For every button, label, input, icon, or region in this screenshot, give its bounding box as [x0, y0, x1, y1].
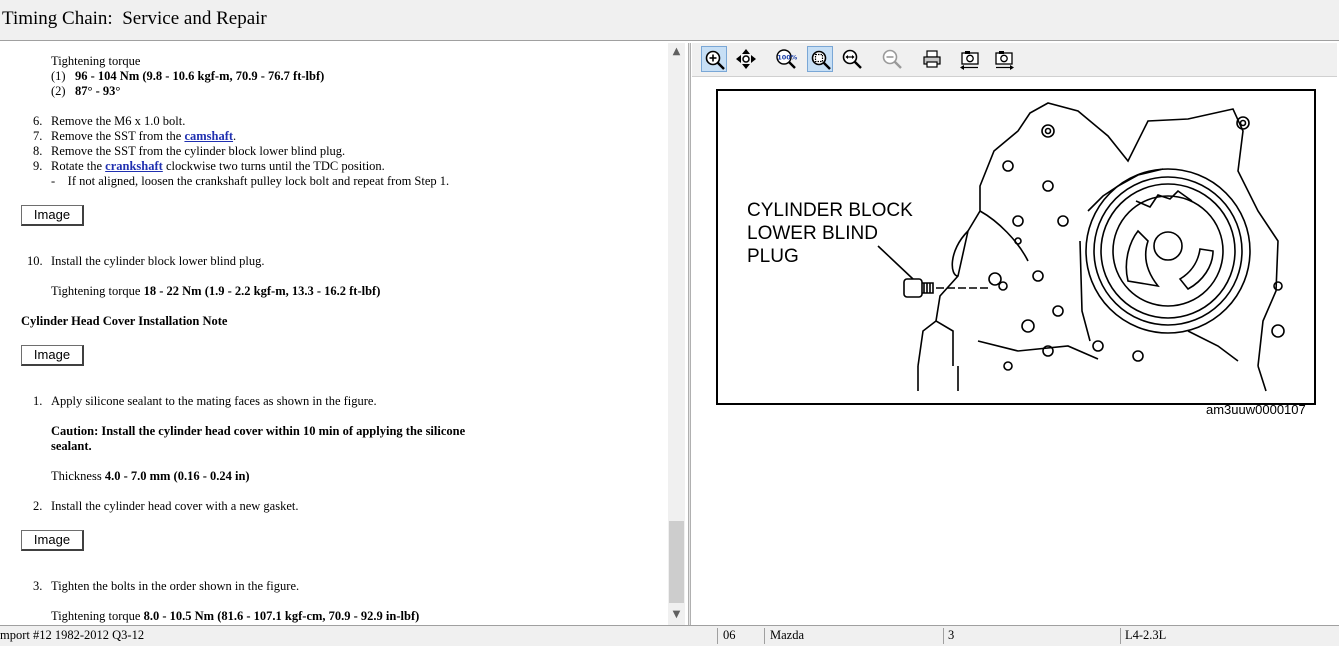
zoom-out-button[interactable] [879, 46, 905, 72]
install-step-2-text: Install the cylinder head cover with a n… [51, 499, 299, 513]
status-year: 06 [723, 628, 736, 642]
fit-width-icon [842, 49, 862, 69]
status-model: 3 [948, 628, 955, 642]
status-separator [717, 628, 718, 644]
status-engine: L4-2.3L [1125, 628, 1167, 642]
zoom-in-button[interactable] [701, 46, 727, 72]
zoom-in-icon [705, 50, 725, 70]
step-7-number: 7. [33, 129, 43, 143]
window-title-bar: Timing Chain: Service and Repair [0, 0, 1339, 41]
step-10-torque-value: 18 - 22 Nm (1.9 - 2.2 kgf-m, 13.3 - 16.2… [143, 284, 381, 298]
previous-image-button[interactable] [957, 46, 983, 72]
install-step-3-torque-value: 8.0 - 10.5 Nm (81.6 - 107.1 kgf-cm, 70.9… [143, 609, 420, 623]
section-heading: Cylinder Head Cover Installation Note [21, 314, 228, 328]
figure-label-line-1: CYLINDER BLOCK [747, 200, 913, 221]
camshaft-link[interactable]: camshaft [184, 129, 233, 143]
crankshaft-link[interactable]: crankshaft [105, 159, 163, 173]
step-9-text-post: clockwise two turns until the TDC positi… [162, 159, 385, 173]
step-9-text-pre: Rotate the [51, 159, 106, 173]
step-9-number: 9. [33, 159, 43, 173]
pan-icon [736, 49, 756, 69]
fit-page-icon [811, 50, 831, 70]
thickness-value: 4.0 - 7.0 mm (0.16 - 0.24 in) [104, 469, 250, 483]
next-image-icon [995, 51, 1014, 70]
install-step-3-torque: Tightening torque 8.0 - 10.5 Nm (81.6 - … [51, 609, 419, 624]
pane-splitter[interactable] [688, 43, 691, 625]
text-pane-scrollbar[interactable]: ▲ ▼ [668, 43, 685, 625]
step-10-torque-label: Tightening torque [51, 284, 144, 298]
install-step-3-text: Tighten the bolts in the order shown in … [51, 579, 300, 593]
image-button-1[interactable]: Image [21, 205, 84, 226]
install-step-1-number: 1. [33, 394, 43, 408]
step-9-subnote: - If not aligned, loosen the crankshaft … [51, 174, 450, 188]
torque-item-1-value: 96 - 104 Nm (9.8 - 10.6 kgf-m, 70.9 - 76… [75, 69, 325, 83]
window-title: Timing Chain: Service and Repair [2, 8, 267, 29]
image-toolbar: 100% [692, 43, 1337, 77]
previous-image-icon [960, 51, 979, 70]
step-7-text-post: . [233, 129, 237, 143]
install-step-3-torque-label: Tightening torque [51, 609, 144, 623]
image-button-3[interactable]: Image [21, 530, 84, 551]
step-8-number: 8. [33, 144, 43, 158]
status-separator [1120, 628, 1121, 644]
image-viewer-pane: 100% CYLINDER BLOCK LOWER BLIND PLUG am3… [692, 43, 1339, 625]
status-separator [764, 628, 765, 644]
step-10-number: 10. [27, 254, 43, 268]
actual-size-button[interactable]: 100% [773, 46, 799, 72]
caution-line-1: Caution: Install the cylinder head cover… [51, 424, 466, 438]
next-image-button[interactable] [991, 46, 1017, 72]
torque-item-2-value: 87° - 93° [75, 84, 121, 98]
step-6-number: 6. [33, 114, 43, 128]
engine-diagram-figure: CYLINDER BLOCK LOWER BLIND PLUG [716, 89, 1316, 405]
step-6-text: Remove the M6 x 1.0 bolt. [51, 114, 186, 128]
status-bar: mport #12 1982-2012 Q3-12 06 Mazda 3 L4-… [0, 625, 1339, 646]
install-step-1-text: Apply silicone sealant to the mating fac… [51, 394, 377, 408]
fit-width-button[interactable] [839, 46, 865, 72]
step-7-text: Remove the SST from the camshaft. [51, 129, 236, 144]
status-source: mport #12 1982-2012 Q3-12 [0, 628, 145, 642]
step-10-text: Install the cylinder block lower blind p… [51, 254, 265, 268]
pan-button[interactable] [733, 46, 759, 72]
step-9-text: Rotate the crankshaft clockwise two turn… [51, 159, 385, 174]
thickness-label: Thickness [51, 469, 105, 483]
procedure-text-pane: Tightening torque (1) 96 - 104 Nm (9.8 -… [0, 43, 668, 625]
scrollbar-thumb[interactable] [669, 521, 684, 603]
figure-label-line-3: PLUG [747, 246, 799, 267]
zoom-out-icon [882, 49, 902, 69]
step-8-text: Remove the SST from the cylinder block l… [51, 144, 346, 158]
fit-page-button[interactable] [807, 46, 833, 72]
engine-front-drawing [877, 102, 1285, 392]
scroll-up-icon[interactable]: ▲ [668, 43, 685, 60]
image-button-2[interactable]: Image [21, 345, 84, 366]
figure-id: am3uuw0000107 [1206, 402, 1306, 417]
status-make: Mazda [770, 628, 805, 642]
status-separator [943, 628, 944, 644]
torque-item-1-number: (1) [51, 69, 66, 83]
torque-item-2-number: (2) [51, 84, 66, 98]
torque-heading: Tightening torque [51, 54, 141, 68]
step-10-torque: Tightening torque 18 - 22 Nm (1.9 - 2.2 … [51, 284, 380, 299]
step-7-text-pre: Remove the SST from the [51, 129, 185, 143]
thickness-spec: Thickness 4.0 - 7.0 mm (0.16 - 0.24 in) [51, 469, 250, 484]
caution-line-2: sealant. [51, 439, 92, 453]
print-button[interactable] [919, 46, 945, 72]
install-step-2-number: 2. [33, 499, 43, 513]
scroll-down-icon[interactable]: ▼ [668, 606, 685, 623]
svg-text:100%: 100% [777, 54, 797, 62]
print-icon [923, 50, 941, 68]
figure-label-line-2: LOWER BLIND [747, 223, 878, 244]
actual-size-icon: 100% [776, 49, 797, 69]
install-step-3-number: 3. [33, 579, 43, 593]
